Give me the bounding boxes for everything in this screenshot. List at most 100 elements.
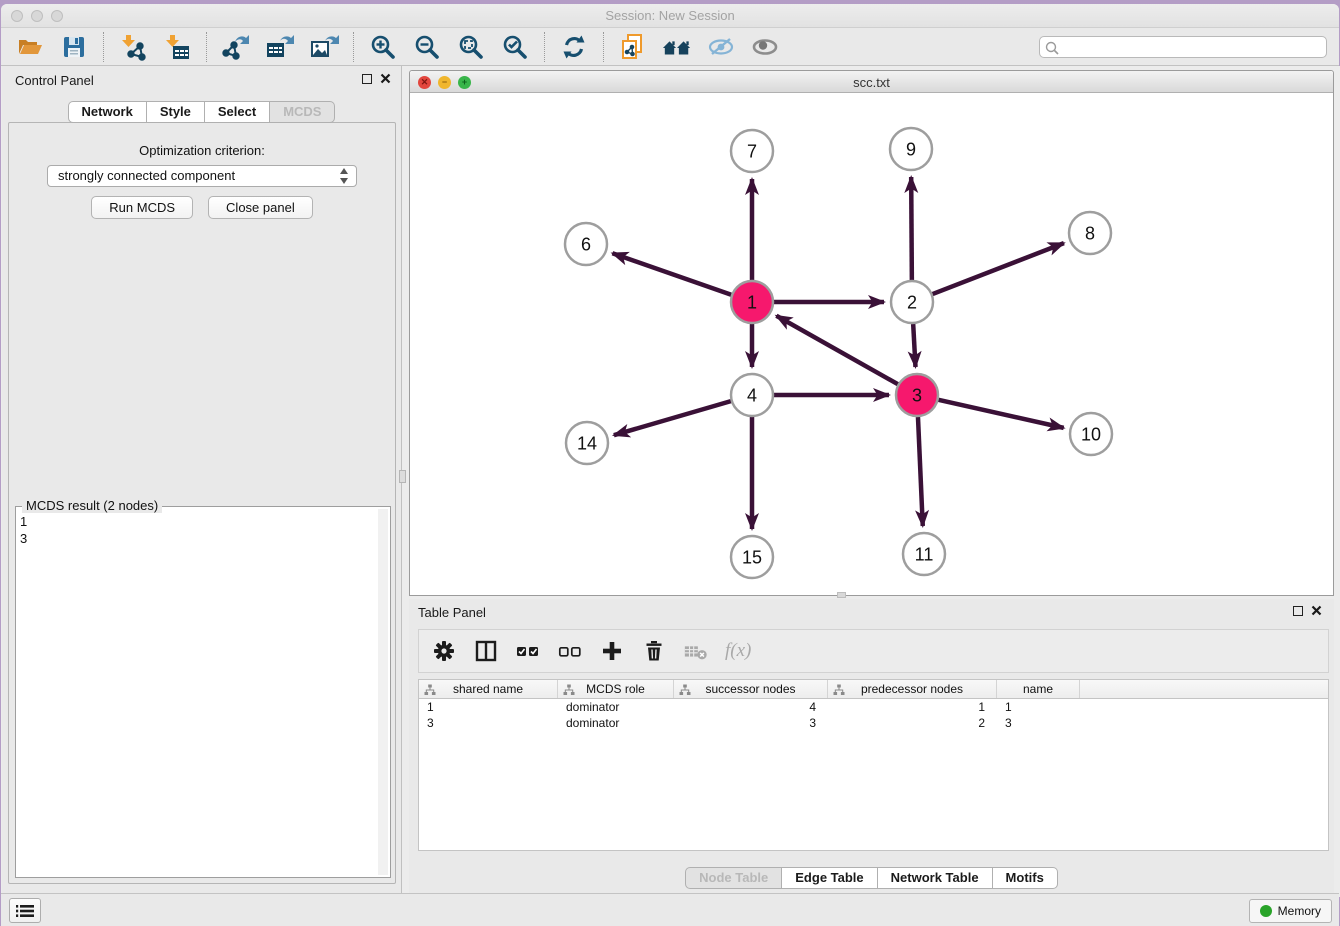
memory-button[interactable]: Memory (1249, 899, 1332, 923)
tab-node-table[interactable]: Node Table (685, 867, 782, 889)
float-panel-icon[interactable] (362, 74, 372, 84)
column-header-MCDS-role[interactable]: MCDS role (558, 680, 674, 698)
node-label: 14 (577, 433, 597, 453)
control-panel-tabs: NetworkStyleSelectMCDS (2, 101, 401, 123)
cell-shared-name[interactable]: 1 (419, 699, 558, 715)
column-header-shared-name[interactable]: shared name (419, 680, 558, 698)
home-layout-icon[interactable] (662, 32, 692, 62)
zoom-in-icon[interactable] (368, 32, 398, 62)
task-history-button[interactable] (9, 898, 41, 923)
edge-4-14[interactable] (614, 401, 731, 435)
search-input[interactable] (1064, 38, 1319, 56)
float-table-panel-icon[interactable] (1293, 606, 1303, 616)
delete-table-icon[interactable] (683, 638, 709, 664)
zoom-fit-icon[interactable] (456, 32, 486, 62)
edge-3-10[interactable] (938, 400, 1063, 428)
export-table-icon[interactable] (265, 32, 295, 62)
cell-MCDS-role[interactable]: dominator (558, 715, 674, 731)
node-label: 1 (747, 292, 757, 312)
node-14[interactable]: 14 (566, 422, 608, 464)
status-bar: Memory (1, 893, 1339, 926)
zoom-selected-icon[interactable] (500, 32, 530, 62)
save-session-icon[interactable] (59, 32, 89, 62)
gear-icon[interactable] (431, 638, 457, 664)
run-mcds-button[interactable]: Run MCDS (91, 196, 193, 219)
column-header-name[interactable]: name (997, 680, 1080, 698)
open-session-icon[interactable] (15, 32, 45, 62)
tab-mcds[interactable]: MCDS (270, 101, 335, 123)
function-builder-icon[interactable]: f(x) (725, 640, 751, 662)
table-tabs: Node TableEdge TableNetwork TableMotifs (409, 867, 1334, 889)
node-label: 15 (742, 547, 762, 567)
cell-shared-name[interactable]: 3 (419, 715, 558, 731)
node-8[interactable]: 8 (1069, 212, 1111, 254)
node-label: 8 (1085, 223, 1095, 243)
tab-style[interactable]: Style (147, 101, 205, 123)
node-11[interactable]: 11 (903, 533, 945, 575)
network-view-title: scc.txt (410, 75, 1333, 90)
edge-2-3[interactable] (913, 324, 915, 367)
cell-predecessor-nodes[interactable]: 1 (828, 699, 997, 715)
cell-predecessor-nodes[interactable]: 2 (828, 715, 997, 731)
tab-edge-table[interactable]: Edge Table (782, 867, 877, 889)
delete-column-icon[interactable] (641, 638, 667, 664)
table-panel: Table Panel (409, 599, 1334, 897)
edge-2-9[interactable] (911, 177, 912, 280)
node-15[interactable]: 15 (731, 536, 773, 578)
import-network-icon[interactable] (118, 32, 148, 62)
edge-3-11[interactable] (918, 417, 923, 526)
network-titlebar[interactable]: ✕ − + scc.txt (410, 71, 1333, 93)
horizontal-split-handle[interactable] (837, 592, 846, 598)
tab-network[interactable]: Network (68, 101, 147, 123)
cell-MCDS-role[interactable]: dominator (558, 699, 674, 715)
column-header-predecessor-nodes[interactable]: predecessor nodes (828, 680, 997, 698)
cell-name[interactable]: 3 (997, 715, 1080, 731)
search-box[interactable] (1039, 36, 1327, 58)
cell-successor-nodes[interactable]: 4 (674, 699, 828, 715)
edge-1-6[interactable] (612, 253, 731, 295)
column-header-successor-nodes[interactable]: successor nodes (674, 680, 828, 698)
hide-graphics-icon[interactable] (706, 32, 736, 62)
edge-2-8[interactable] (933, 243, 1064, 294)
node-2[interactable]: 2 (891, 281, 933, 323)
close-table-panel-icon[interactable] (1311, 605, 1322, 616)
network-graph[interactable]: 7 9 6 8 1 2 4 3 14 10 15 11 (410, 93, 1333, 595)
node-1[interactable]: 1 (731, 281, 773, 323)
cell-name[interactable]: 1 (997, 699, 1080, 715)
node-label: 7 (747, 141, 757, 161)
vertical-split-handle[interactable] (399, 470, 406, 483)
close-panel-icon[interactable] (380, 73, 391, 84)
add-column-icon[interactable] (599, 638, 625, 664)
node-10[interactable]: 10 (1070, 413, 1112, 455)
cell-successor-nodes[interactable]: 3 (674, 715, 828, 731)
refresh-icon[interactable] (559, 32, 589, 62)
node-3[interactable]: 3 (896, 374, 938, 416)
zoom-out-icon[interactable] (412, 32, 442, 62)
close-panel-button[interactable]: Close panel (208, 196, 313, 219)
result-scrollbar[interactable] (378, 509, 388, 875)
main-toolbar (1, 28, 1339, 66)
node-7[interactable]: 7 (731, 130, 773, 172)
deselect-all-icon[interactable] (557, 638, 583, 664)
split-columns-icon[interactable] (473, 638, 499, 664)
tab-motifs[interactable]: Motifs (993, 867, 1058, 889)
node-9[interactable]: 9 (890, 128, 932, 170)
import-table-icon[interactable] (162, 32, 192, 62)
export-image-icon[interactable] (309, 32, 339, 62)
network-canvas[interactable]: 7 9 6 8 1 2 4 3 14 10 15 11 (410, 93, 1333, 595)
memory-label: Memory (1278, 904, 1321, 918)
node-4[interactable]: 4 (731, 374, 773, 416)
search-icon (1045, 41, 1060, 56)
tab-network-table[interactable]: Network Table (878, 867, 993, 889)
duplicate-network-icon[interactable] (618, 32, 648, 62)
tab-select[interactable]: Select (205, 101, 270, 123)
table-row[interactable]: 1dominator411 (419, 699, 1328, 715)
app-window: Session: New Session (1, 4, 1339, 926)
export-network-icon[interactable] (221, 32, 251, 62)
select-all-icon[interactable] (515, 638, 541, 664)
edge-3-1[interactable] (776, 316, 897, 384)
show-graphics-icon[interactable] (750, 32, 780, 62)
criterion-dropdown[interactable]: strongly connected component (47, 165, 357, 187)
table-row[interactable]: 3dominator323 (419, 715, 1328, 731)
node-6[interactable]: 6 (565, 223, 607, 265)
